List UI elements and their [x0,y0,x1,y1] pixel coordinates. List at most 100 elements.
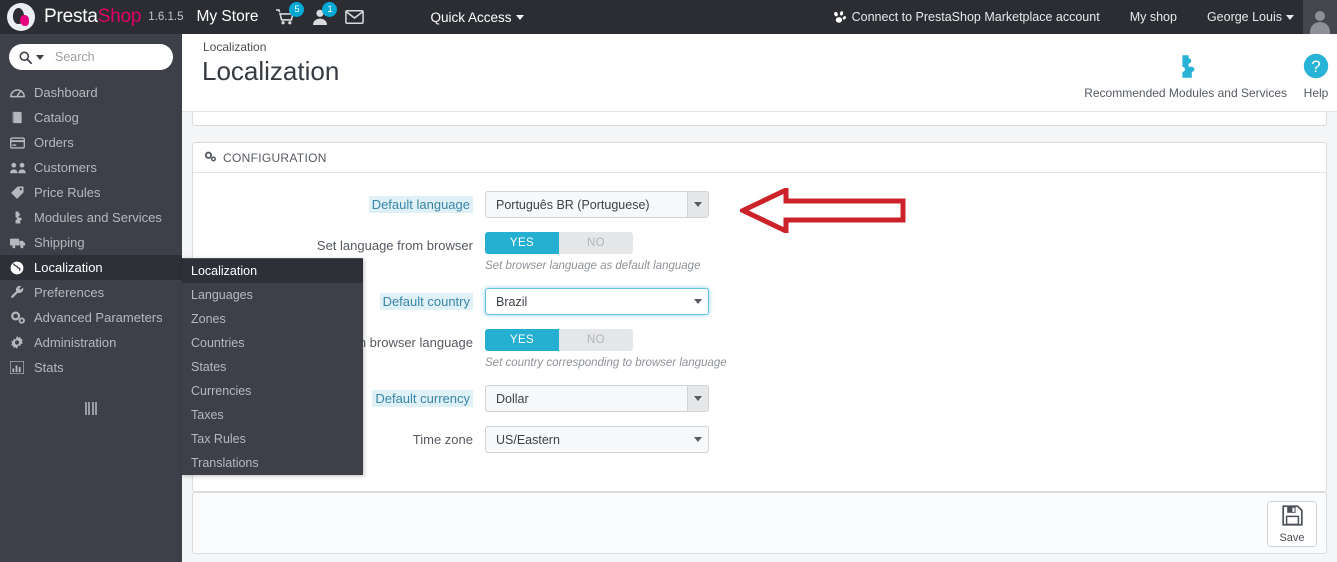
set-language-from-browser-toggle[interactable]: YES NO [485,232,633,254]
localization-submenu: Localization Languages Zones Countries S… [182,258,363,475]
customers-badge: 1 [322,2,338,17]
sidebar-item-orders[interactable]: Orders [0,130,182,155]
sidebar-item-label: Catalog [34,110,79,125]
shopping-cart-icon[interactable]: 5 [276,2,305,25]
default-country-value: Brazil [496,294,528,309]
sidebar-item-label: Dashboard [34,85,98,100]
sidebar-item-customers[interactable]: Customers [0,155,182,180]
employee-name: George Louis [1206,10,1282,24]
sidebar-search-row [0,34,182,76]
set-language-from-browser-label: Set language from browser [316,238,473,253]
sidebar-item-price-rules[interactable]: Price Rules [0,180,182,205]
submenu-item-states[interactable]: States [182,355,363,379]
sidebar-item-administration[interactable]: Administration [0,330,182,355]
search-scope-chevron-down-icon[interactable] [36,54,44,60]
prestashop-logo[interactable] [4,0,38,34]
sidebar-item-label: Advanced Parameters [34,310,163,325]
submenu-item-label: Translations [191,456,259,470]
search-box[interactable] [9,44,173,70]
sidebar-item-stats[interactable]: Stats [0,355,182,380]
set-country-from-browser-language-hint: Set country corresponding to browser lan… [485,357,727,369]
quick-access-menu[interactable]: Quick Access [430,10,524,25]
submenu-item-currencies[interactable]: Currencies [182,379,363,403]
sidebar-item-catalog[interactable]: Catalog [0,105,182,130]
chevron-down-icon[interactable] [687,427,708,452]
default-language-value: Português BR (Portuguese) [496,197,650,212]
chevron-down-icon[interactable] [687,192,708,217]
my-shop-link[interactable]: My shop [1130,10,1177,24]
puzzle-piece-icon [1173,50,1199,82]
employee-menu[interactable]: George Louis [1207,10,1294,24]
submenu-item-taxes[interactable]: Taxes [182,403,363,427]
help-label: Help [1303,86,1329,100]
chevron-down-icon[interactable] [687,289,708,314]
prestashop-admin-page: PrestaShop 1.6.1.5 My Store 5 1 Quick Ac… [0,0,1337,562]
default-country-select[interactable]: Brazil [485,288,709,315]
submenu-item-translations[interactable]: Translations [182,451,363,475]
toggle-yes-option[interactable]: YES [485,232,559,254]
wrench-icon [10,285,29,300]
submenu-item-label: Languages [191,288,253,302]
breadcrumb: Localization [203,40,267,54]
chevron-down-icon [515,15,524,21]
collapse-bars-icon [84,402,98,415]
toggle-yes-option[interactable]: YES [485,329,559,351]
sidebar-item-advanced-parameters[interactable]: Advanced Parameters [0,305,182,330]
truck-icon [10,237,29,249]
time-zone-control: US/Eastern [485,426,1326,453]
submenu-item-localization[interactable]: Localization [182,259,363,283]
sidebar-item-label: Preferences [34,285,105,300]
brand-name-shop: Shop [97,6,142,27]
sidebar-item-label: Price Rules [34,185,101,200]
sidebar-item-label: Administration [34,335,117,350]
header-icon-group: 5 1 [276,2,365,25]
submenu-item-zones[interactable]: Zones [182,307,363,331]
avatar-person-icon [1309,8,1331,34]
submenu-item-languages[interactable]: Languages [182,283,363,307]
gear-icon [10,335,29,350]
search-input[interactable] [55,50,165,64]
recommended-modules-button[interactable]: Recommended Modules and Services [1076,50,1295,100]
prestashop-logo-icon [7,3,35,31]
sidebar-item-label: Shipping [34,235,85,250]
help-button[interactable]: ? Help [1295,50,1337,100]
book-icon [10,111,29,124]
save-button[interactable]: Save [1267,501,1317,547]
time-zone-select[interactable]: US/Eastern [485,426,709,453]
search-icon[interactable] [19,51,44,64]
toggle-no-option[interactable]: NO [559,232,633,254]
sidebar-item-modules-and-services[interactable]: Modules and Services [0,205,182,230]
brand-name[interactable]: PrestaShop [44,6,141,28]
user-icon[interactable]: 1 [312,2,338,25]
bar-chart-icon [10,361,29,374]
page-title: Localization [202,56,340,86]
tag-icon [10,186,29,199]
marketplace-label: Connect to PrestaShop Marketplace accoun… [851,10,1100,24]
credit-card-icon [10,136,29,149]
submenu-item-tax-rules[interactable]: Tax Rules [182,427,363,451]
default-currency-select[interactable]: Dollar [485,385,709,412]
chevron-down-icon [1286,15,1294,21]
sidebar-menu: Dashboard Catalog Orders Customers Price… [0,80,182,380]
question-circle-icon: ? [1303,50,1329,82]
shop-name-link[interactable]: My Store [196,8,258,26]
submenu-item-label: Taxes [191,408,224,422]
envelope-icon[interactable] [345,10,365,24]
sidebar-item-dashboard[interactable]: Dashboard [0,80,182,105]
sidebar-item-shipping[interactable]: Shipping [0,230,182,255]
version-label: 1.6.1.5 [148,11,184,23]
sidebar-item-localization[interactable]: Localization [0,255,182,280]
chevron-down-icon[interactable] [687,386,708,411]
collapse-sidebar-handle[interactable] [0,402,182,415]
set-country-from-browser-language-toggle[interactable]: YES NO [485,329,633,351]
recommended-modules-label: Recommended Modules and Services [1084,86,1287,100]
cogs-icon [10,311,29,324]
sidebar-item-preferences[interactable]: Preferences [0,280,182,305]
avatar[interactable] [1303,0,1337,34]
submenu-item-label: Localization [191,264,258,278]
default-language-select[interactable]: Português BR (Portuguese) [485,191,709,218]
submenu-item-countries[interactable]: Countries [182,331,363,355]
marketplace-connect-link[interactable]: Connect to PrestaShop Marketplace accoun… [833,10,1100,24]
form-row-default-language: Default language Português BR (Portugues… [193,191,1326,218]
toggle-no-option[interactable]: NO [559,329,633,351]
